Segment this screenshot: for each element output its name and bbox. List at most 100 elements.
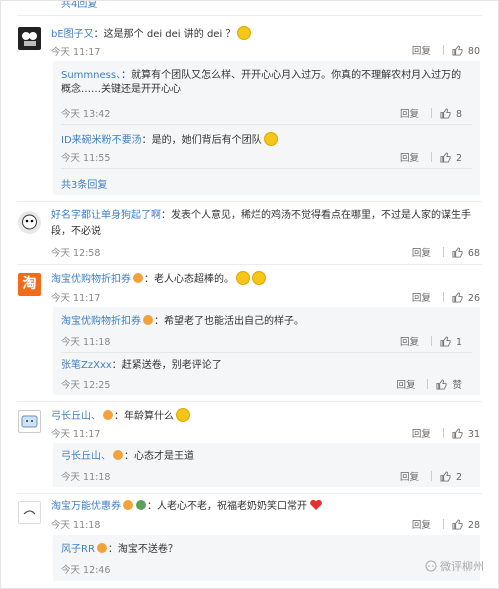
reply-actions: 回复 2: [400, 150, 462, 164]
timestamp: 今天 11:18: [61, 472, 111, 483]
username-link[interactable]: 弓长丘山、: [51, 411, 101, 422]
username-link[interactable]: 好名字都让单身狗起了啊: [51, 210, 161, 221]
divider: [17, 401, 482, 402]
reply-button[interactable]: 回复: [396, 377, 415, 391]
heart-icon: [310, 499, 322, 510]
laugh-emoji-icon: [176, 408, 190, 422]
thumbs-up-icon[interactable]: [436, 379, 448, 390]
view-more-replies[interactable]: 共3条回复: [61, 176, 107, 191]
like-count: 80: [467, 46, 480, 57]
reply-text: ID来碗米粉不要汤：是的，她们背后有个团队: [61, 132, 278, 148]
avatar[interactable]: 淘: [18, 273, 41, 296]
like-count: 2: [455, 472, 462, 483]
comment-text: bE图子又：这是那个 dei dei 讲的 dei ？: [51, 26, 252, 42]
avatar[interactable]: [18, 211, 41, 234]
reply-box: Summness、：就算有个团队又怎么样、开开心心月入过万。你真的不理解农村月入…: [53, 61, 480, 195]
reply-text: 风子RR ：淘宝不送卷？: [61, 543, 178, 555]
reply-actions: 回复 2: [400, 469, 462, 483]
comment-text: 弓长丘山、 ：年龄算什么: [51, 408, 190, 424]
pray-emoji-icon: [236, 271, 250, 285]
reply-button[interactable]: 回复: [400, 106, 419, 120]
timestamp: 今天 11:17: [51, 429, 101, 440]
timestamp: 今天 13:42: [61, 109, 111, 120]
divider: [17, 264, 482, 265]
thumbs-up-icon[interactable]: [452, 247, 463, 258]
reply-button[interactable]: 回复: [412, 426, 431, 440]
cat-emoji-icon: [237, 26, 252, 40]
username-link[interactable]: Summness、: [61, 70, 121, 81]
verified-badge-icon: [113, 450, 123, 460]
comment-text: 淘宝优购物折扣券 ：老人心态超棒的。: [51, 271, 266, 287]
verified-badge-icon: [123, 500, 133, 510]
comment-list: 共4回复 bE图子又：这是那个 dei dei 讲的 dei ？ 今天 11:1…: [0, 0, 499, 589]
username-link[interactable]: 张笔ZzXxx: [61, 360, 112, 371]
member-badge-icon: [136, 500, 146, 510]
timestamp: 今天 12:46: [61, 565, 111, 576]
timestamp: 今天 11:17: [51, 47, 101, 58]
timestamp: 今天 11:55: [61, 153, 111, 164]
thumbs-up-icon[interactable]: [452, 45, 463, 56]
timestamp: 今天 12:58: [51, 248, 101, 259]
verified-badge-icon: [143, 315, 153, 325]
reply-button[interactable]: 回复: [400, 150, 419, 164]
thumbs-up-icon[interactable]: [440, 336, 451, 347]
chat-bubble-icon: [425, 560, 437, 572]
username-link[interactable]: ID来碗米粉不要汤: [61, 135, 142, 146]
username-link[interactable]: 风子RR: [61, 544, 95, 555]
comment-text-continued: 段，不必说: [51, 226, 101, 237]
username-link[interactable]: bE图子又: [51, 29, 94, 40]
thumbs-up-icon[interactable]: [452, 428, 463, 439]
comment-actions: 回复 28: [412, 517, 480, 531]
reply-actions: 回复 赞: [396, 377, 462, 391]
timestamp: 今天 11:18: [51, 520, 101, 531]
comment-text: 好名字都让单身狗起了啊：发表个人意见，稀烂的鸡汤不觉得看点在哪里，不过是人家的谋…: [51, 210, 471, 221]
like-button-label: 赞: [452, 380, 462, 391]
divider: [17, 15, 482, 16]
comment-actions: 回复 68: [412, 245, 480, 259]
reply-text: 张笔ZzXxx：赶紧送卷，别老评论了: [61, 360, 222, 371]
reply-button[interactable]: 回复: [412, 290, 431, 304]
verified-badge-icon: [96, 543, 107, 553]
reply-button[interactable]: 回复: [400, 334, 419, 348]
avatar[interactable]: [18, 501, 41, 524]
comment-actions: 回复 80: [412, 43, 480, 57]
reply-box: 风子RR ：淘宝不送卷？ 今天 12:46: [53, 535, 480, 581]
like-count: 31: [467, 429, 480, 440]
smile-emoji-icon: [263, 132, 278, 146]
timestamp: 今天 11:18: [61, 337, 111, 348]
verified-badge-icon: [103, 410, 113, 420]
thumbs-up-icon[interactable]: [452, 292, 463, 303]
reply-box: 淘宝优购物折扣券 ：希望老了也能活出自己的样子。 今天 11:18 回复 1 张笔Z…: [53, 307, 480, 395]
thumbs-up-icon[interactable]: [440, 108, 451, 119]
like-count: 2: [455, 153, 462, 164]
reply-button[interactable]: 回复: [412, 245, 431, 259]
avatar[interactable]: [18, 410, 41, 433]
username-link[interactable]: 淘宝优购物折扣券: [61, 316, 141, 327]
divider: [17, 201, 482, 202]
like-count: 68: [467, 248, 480, 259]
thumbs-up-icon[interactable]: [440, 152, 451, 163]
timestamp: 今天 12:25: [61, 380, 111, 391]
reply-button[interactable]: 回复: [412, 43, 431, 57]
reply-box: 弓长丘山、 ：心态才是王道 今天 11:18 回复 2: [53, 443, 480, 487]
comment-text: 淘宝万能优惠券 ：人老心不老，祝福老奶奶笑口常开: [51, 499, 323, 514]
reply-actions: 回复 8: [400, 106, 462, 120]
thumbs-up-icon[interactable]: [440, 471, 451, 482]
like-count: 1: [455, 337, 462, 348]
reply-text: Summness、：就算有个团队又怎么样、开开心心月入过万。你真的不理解农村月入…: [61, 70, 462, 81]
reply-text-continued: 概念……关键还是开开心心: [61, 84, 181, 95]
reply-actions: 回复 1: [400, 334, 462, 348]
username-link[interactable]: 淘宝万能优惠券: [51, 501, 121, 512]
avatar[interactable]: [18, 27, 41, 50]
username-link[interactable]: 弓长丘山、: [61, 451, 111, 462]
pray-emoji-icon: [252, 271, 266, 285]
reply-button[interactable]: 回复: [400, 469, 419, 483]
thumbs-up-icon[interactable]: [452, 519, 463, 530]
timestamp: 今天 11:17: [51, 293, 101, 304]
reply-button[interactable]: 回复: [412, 517, 431, 531]
comment-actions: 回复 26: [412, 290, 480, 304]
like-count: 26: [467, 293, 480, 304]
view-more-replies[interactable]: 共4回复: [61, 1, 97, 10]
username-link[interactable]: 淘宝优购物折扣券: [51, 274, 131, 285]
verified-badge-icon: [133, 273, 143, 283]
